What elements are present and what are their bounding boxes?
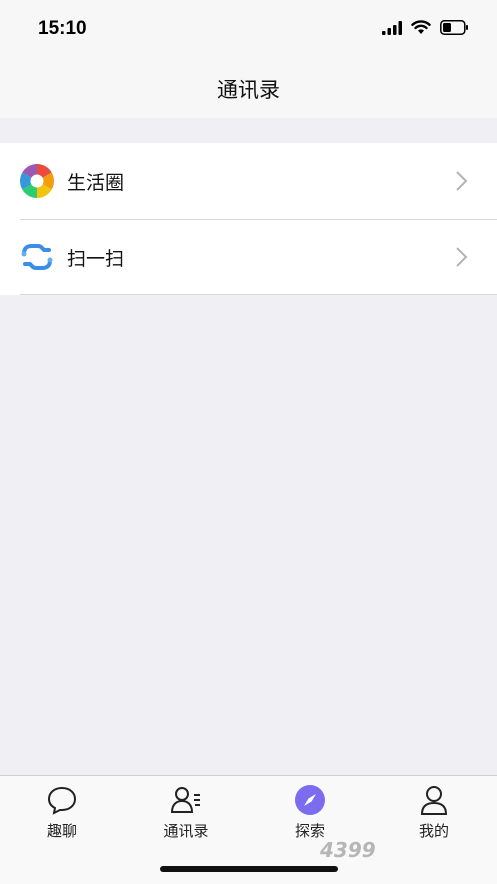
signal-icon — [382, 20, 402, 35]
tab-contacts[interactable]: 通讯录 — [131, 784, 241, 841]
status-bar: 15:10 — [0, 0, 497, 58]
chevron-right-icon — [456, 247, 468, 267]
chat-bubble-icon — [47, 786, 77, 815]
home-indicator — [160, 866, 338, 872]
list-item-scan[interactable]: 扫一扫 — [0, 219, 497, 295]
tab-me[interactable]: 我的 — [379, 784, 489, 841]
navigation-bar: 通讯录 — [0, 58, 497, 118]
tab-label: 我的 — [418, 822, 449, 840]
list-item-label: 扫一扫 — [67, 247, 125, 270]
status-icons — [382, 20, 469, 35]
tab-explore[interactable]: 探索 — [255, 784, 365, 841]
list-item-life-circle[interactable]: 生活圈 — [0, 143, 497, 219]
battery-icon — [440, 20, 468, 35]
status-time: 15:10 — [38, 18, 87, 39]
person-icon — [420, 786, 448, 815]
watermark-text: 4399 — [320, 838, 376, 862]
compass-icon — [295, 785, 325, 815]
wifi-icon — [411, 20, 431, 34]
aperture-icon — [20, 164, 54, 198]
list-item-label: 生活圈 — [67, 171, 125, 194]
tab-label: 趣聊 — [46, 822, 77, 840]
tab-label: 通讯录 — [163, 822, 209, 840]
contacts-icon — [170, 787, 200, 813]
divider — [20, 294, 497, 295]
tab-chat[interactable]: 趣聊 — [7, 784, 117, 841]
discover-list: 生活圈 扫一扫 — [0, 143, 497, 295]
chevron-right-icon — [456, 171, 468, 191]
scan-icon — [21, 244, 53, 270]
page-title: 通讯录 — [217, 78, 280, 102]
